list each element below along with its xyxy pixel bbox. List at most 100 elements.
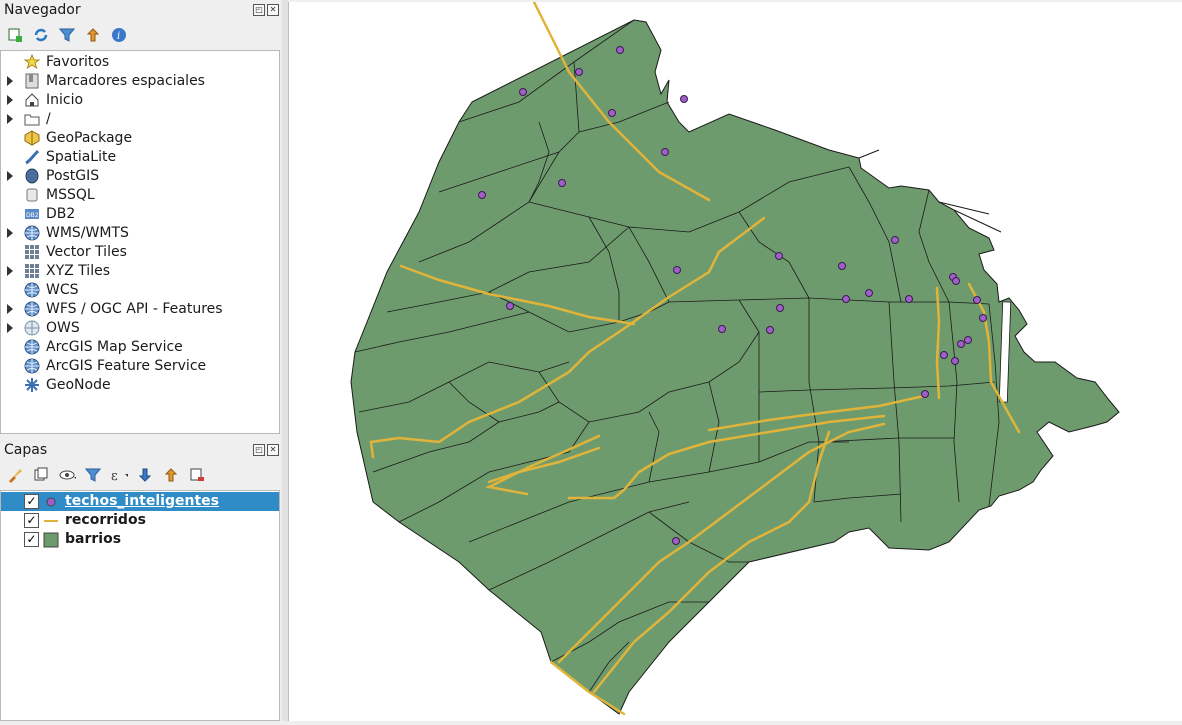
recorrido-line bbox=[935, 286, 941, 400]
techo-point bbox=[957, 340, 965, 348]
expand-arrow-icon[interactable] bbox=[7, 170, 13, 181]
techo-point bbox=[865, 289, 873, 297]
expand-arrow-icon[interactable] bbox=[7, 75, 13, 86]
layer-visibility-checkbox[interactable]: ✓ bbox=[24, 494, 39, 509]
layer-visibility-checkbox[interactable]: ✓ bbox=[24, 532, 39, 547]
browser-item-wcs[interactable]: WCS bbox=[1, 280, 279, 299]
point-symbol-icon bbox=[46, 497, 56, 507]
home-icon bbox=[23, 91, 41, 109]
expand-arrow-icon[interactable] bbox=[7, 265, 13, 276]
barrios-layer bbox=[350, 19, 1120, 715]
browser-item-favoritos[interactable]: Favoritos bbox=[1, 52, 279, 71]
browser-item-label: SpatiaLite bbox=[46, 148, 117, 165]
map-svg[interactable] bbox=[289, 0, 1182, 721]
filter-icon bbox=[85, 468, 101, 482]
collapse-icon bbox=[86, 28, 100, 42]
postgis-icon bbox=[23, 167, 41, 185]
browser-item-geopackage[interactable]: GeoPackage bbox=[1, 128, 279, 147]
techo-point bbox=[838, 262, 846, 270]
layers-title: Capas bbox=[4, 442, 48, 458]
browser-item-vector-tiles[interactable]: Vector Tiles bbox=[1, 242, 279, 261]
filter-button[interactable] bbox=[58, 26, 76, 44]
techo-point bbox=[506, 302, 514, 310]
browser-item-wms-wmts[interactable]: WMS/WMTS bbox=[1, 223, 279, 242]
browser-item-spatialite[interactable]: SpatiaLite bbox=[1, 147, 279, 166]
browser-item-ows[interactable]: OWS bbox=[1, 318, 279, 337]
collapse-all-layers-button[interactable] bbox=[162, 466, 180, 484]
techo-point bbox=[921, 390, 929, 398]
expand-arrow-icon[interactable] bbox=[7, 303, 13, 314]
manage-visibility-button[interactable] bbox=[58, 466, 76, 484]
globe-icon bbox=[23, 338, 41, 356]
browser-item-label: Inicio bbox=[46, 91, 84, 108]
refresh-button[interactable] bbox=[32, 26, 50, 44]
layer-name: techos_inteligentes bbox=[65, 493, 219, 509]
browser-item-inicio[interactable]: Inicio bbox=[1, 90, 279, 109]
browser-item-postgis[interactable]: PostGIS bbox=[1, 166, 279, 185]
techo-point bbox=[661, 148, 669, 156]
browser-tree[interactable]: Favoritos Marcadores espaciales Inicio / Geo… bbox=[0, 50, 280, 434]
map-canvas[interactable] bbox=[288, 0, 1182, 721]
techo-point bbox=[478, 191, 486, 199]
info-icon: i bbox=[112, 28, 126, 42]
navigator-panel: Navegador ◰ ✕ i Favoritos Marcadores espa… bbox=[0, 0, 282, 434]
geonode-icon bbox=[23, 376, 41, 394]
techo-point bbox=[519, 88, 527, 96]
browser-item-label: PostGIS bbox=[46, 167, 100, 184]
browser-item-arcgis-map-service[interactable]: ArcGIS Map Service bbox=[1, 337, 279, 356]
paintbrush-icon bbox=[9, 469, 22, 483]
filter-icon bbox=[59, 28, 75, 42]
close-panel-button[interactable]: ✕ bbox=[267, 4, 279, 16]
expand-arrow-icon[interactable] bbox=[7, 227, 13, 238]
layers-tree[interactable]: ✓ techos_inteligentes ✓ recorridos ✓ bar… bbox=[0, 490, 280, 721]
properties-button[interactable]: i bbox=[110, 26, 128, 44]
expand-arrow-icon[interactable] bbox=[7, 113, 13, 124]
refresh-icon bbox=[34, 28, 48, 42]
browser-item-label: Vector Tiles bbox=[46, 243, 127, 260]
close-panel-button[interactable]: ✕ bbox=[267, 444, 279, 456]
add-group-button[interactable] bbox=[32, 466, 50, 484]
techo-point bbox=[616, 46, 624, 54]
expression-icon: ε bbox=[111, 469, 128, 483]
globe-icon bbox=[23, 224, 41, 242]
navigator-title: Navegador bbox=[4, 2, 81, 18]
browser-item-db2[interactable]: DB2 DB2 bbox=[1, 204, 279, 223]
browser-item-mssql[interactable]: MSSQL bbox=[1, 185, 279, 204]
browser-item-marcadores-espaciales[interactable]: Marcadores espaciales bbox=[1, 71, 279, 90]
globe-light-icon bbox=[23, 319, 41, 337]
add-selected-layers-button[interactable] bbox=[6, 26, 24, 44]
browser-item-label: MSSQL bbox=[46, 186, 95, 203]
star-icon bbox=[23, 53, 41, 71]
browser-item-label: WFS / OGC API - Features bbox=[46, 300, 223, 317]
browser-item-label: Marcadores espaciales bbox=[46, 72, 205, 89]
expand-all-button[interactable] bbox=[136, 466, 154, 484]
layer-visibility-checkbox[interactable]: ✓ bbox=[24, 513, 39, 528]
browser-item-xyz-tiles[interactable]: XYZ Tiles bbox=[1, 261, 279, 280]
browser-item-[interactable]: / bbox=[1, 109, 279, 128]
browser-item-label: XYZ Tiles bbox=[46, 262, 110, 279]
techo-point bbox=[979, 314, 987, 322]
layer-item-barrios[interactable]: ✓ barrios bbox=[1, 530, 279, 549]
float-panel-button[interactable]: ◰ bbox=[253, 444, 265, 456]
browser-item-wfs-ogc-api-features[interactable]: WFS / OGC API - Features bbox=[1, 299, 279, 318]
open-styling-button[interactable] bbox=[6, 466, 24, 484]
techo-point bbox=[776, 304, 784, 312]
add-group-icon bbox=[34, 467, 48, 481]
remove-layer-button[interactable] bbox=[188, 466, 206, 484]
layer-item-recorridos[interactable]: ✓ recorridos bbox=[1, 511, 279, 530]
browser-item-geonode[interactable]: GeoNode bbox=[1, 375, 279, 394]
navigator-panel-controls: ◰ ✕ bbox=[253, 4, 279, 16]
browser-item-label: DB2 bbox=[46, 205, 76, 222]
techo-point bbox=[891, 236, 899, 244]
expand-arrow-icon[interactable] bbox=[7, 94, 13, 105]
collapse-all-button[interactable] bbox=[84, 26, 102, 44]
svg-text:DB2: DB2 bbox=[26, 212, 39, 219]
float-panel-button[interactable]: ◰ bbox=[253, 4, 265, 16]
expand-arrow-icon[interactable] bbox=[7, 322, 13, 333]
grid-icon bbox=[23, 243, 41, 261]
browser-item-arcgis-feature-service[interactable]: ArcGIS Feature Service bbox=[1, 356, 279, 375]
line-symbol-icon bbox=[44, 520, 58, 522]
filter-legend-button[interactable] bbox=[84, 466, 102, 484]
filter-by-expression-button[interactable]: ε bbox=[110, 466, 128, 484]
layer-item-techos-inteligentes[interactable]: ✓ techos_inteligentes bbox=[1, 492, 279, 511]
